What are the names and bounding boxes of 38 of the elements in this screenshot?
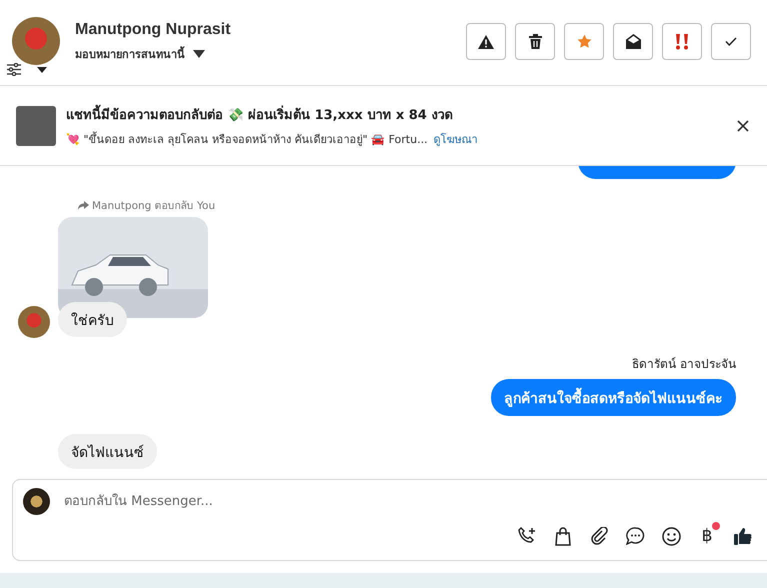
sender-name: ธิดารัตน์ อาจประจัน <box>632 356 736 373</box>
caret-icon <box>193 50 205 58</box>
filter-button[interactable] <box>7 63 47 76</box>
message-bubble: ใช่ครับ <box>58 302 127 337</box>
ad-thumbnail <box>16 106 56 146</box>
ad-description: 💘 "ขึ้นดอย ลงทะเล ลุยโคลน หรือจอดหน้าห้าง คันเดียวเอาอยู่" 🚘 Fortu... <box>66 132 428 146</box>
check-icon <box>725 37 737 46</box>
check-button[interactable] <box>711 23 751 60</box>
sliders-icon <box>7 63 21 76</box>
contact-name: Manutpong Nuprasit <box>75 21 231 39</box>
warning-icon <box>478 34 494 48</box>
page-avatar <box>23 488 50 515</box>
avatar <box>12 17 60 65</box>
warning-button[interactable] <box>466 23 506 60</box>
star-button[interactable] <box>564 23 604 60</box>
double-exclamation-button[interactable] <box>662 23 702 60</box>
ad-title: แชทนี้มีข้อความตอบกลับต่อ 💸 ผ่อนเริ่มต้น 13,xxx บาท x 84 งวด <box>66 104 725 124</box>
thumbs-up-icon <box>734 527 752 545</box>
paperclip-icon <box>590 527 608 545</box>
message-bubble: ลูกค้าสนใจซื้อสดหรือจัดไฟแนนซ์คะ <box>491 379 736 416</box>
trash-button[interactable] <box>515 23 555 60</box>
star-icon <box>576 34 592 49</box>
shopping-bag-icon <box>555 526 571 546</box>
phone-plus-icon <box>518 527 536 545</box>
view-ad-link[interactable]: ดูโฆษณา <box>434 132 478 146</box>
reply-note: Manutpong ตอบกลับ You <box>78 197 216 214</box>
message-bubble: จัดไฟแนนซ์ <box>58 434 157 469</box>
smiley-icon <box>662 526 680 546</box>
baht-button[interactable]: ฿ <box>695 524 719 548</box>
assign-dropdown[interactable]: มอบหมายการสนทนานี้ <box>75 45 205 63</box>
close-icon <box>737 120 749 132</box>
close-button[interactable] <box>735 118 751 134</box>
share-arrow-icon <box>78 201 89 210</box>
envelope-icon <box>626 34 640 49</box>
speech-bubble-icon <box>626 527 644 545</box>
envelope-button[interactable] <box>613 23 653 60</box>
double-exclamation-icon <box>675 34 689 50</box>
trash-icon <box>528 34 542 49</box>
